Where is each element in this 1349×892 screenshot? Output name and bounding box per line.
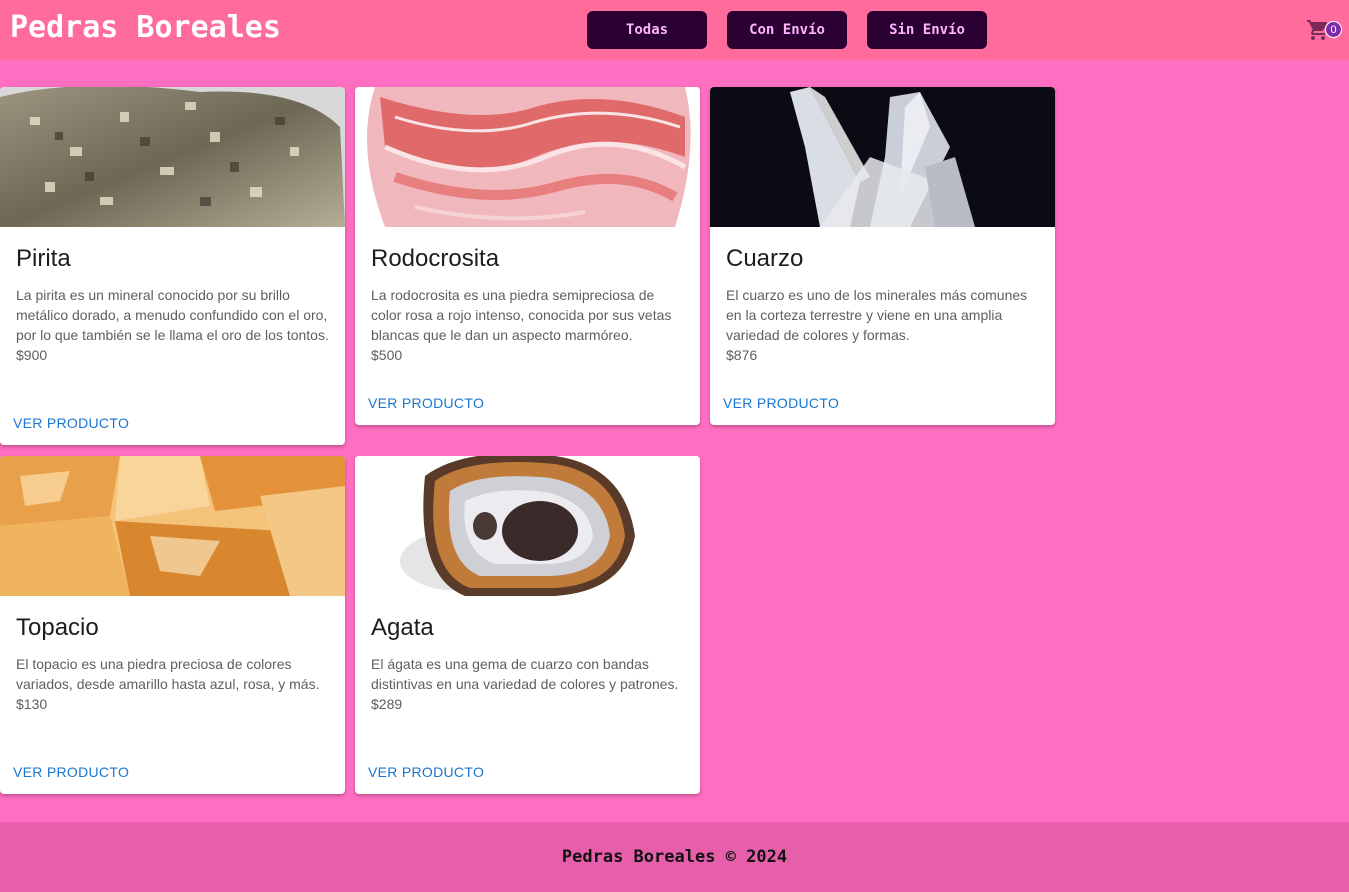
view-product-button[interactable]: VER PRODUCTO bbox=[13, 764, 129, 780]
product-card-pirita: Pirita La pirita es un mineral conocido … bbox=[0, 87, 345, 445]
view-product-button[interactable]: VER PRODUCTO bbox=[723, 395, 839, 411]
product-title: Topacio bbox=[16, 614, 99, 641]
product-title: Agata bbox=[371, 614, 434, 641]
filter-all-button[interactable]: Todas bbox=[587, 11, 707, 49]
navbar: Pedras Boreales Todas Con Envío Sin Enví… bbox=[0, 0, 1349, 60]
view-product-button[interactable]: VER PRODUCTO bbox=[13, 415, 129, 431]
product-image-cuarzo[interactable] bbox=[710, 87, 1055, 227]
product-title: Pirita bbox=[16, 245, 71, 272]
product-image-topacio[interactable] bbox=[0, 456, 345, 596]
product-image-agata[interactable] bbox=[355, 456, 700, 596]
product-price: $500 bbox=[371, 347, 403, 363]
product-image-pirita[interactable] bbox=[0, 87, 345, 227]
product-price: $289 bbox=[371, 696, 403, 712]
filter-with-shipping-button[interactable]: Con Envío bbox=[727, 11, 847, 49]
product-description: La rodocrosita es una piedra semiprecios… bbox=[371, 287, 672, 343]
filter-without-shipping-button[interactable]: Sin Envío bbox=[867, 11, 987, 49]
product-price: $130 bbox=[16, 696, 48, 712]
product-description: El topacio es una piedra preciosa de col… bbox=[16, 656, 320, 692]
product-card-cuarzo: Cuarzo El cuarzo es uno de los minerales… bbox=[710, 87, 1055, 425]
product-price: $900 bbox=[16, 347, 48, 363]
product-title: Rodocrosita bbox=[371, 245, 500, 272]
product-description: La pirita es un mineral conocido por su … bbox=[16, 287, 329, 343]
product-title: Cuarzo bbox=[726, 245, 804, 272]
product-card-agata: Agata El ágata es una gema de cuarzo con… bbox=[355, 456, 700, 794]
product-description: El cuarzo es uno de los minerales más co… bbox=[726, 287, 1028, 343]
view-product-button[interactable]: VER PRODUCTO bbox=[368, 395, 484, 411]
cart-button[interactable]: 0 bbox=[1306, 18, 1346, 44]
product-price: $876 bbox=[726, 347, 758, 363]
view-product-button[interactable]: VER PRODUCTO bbox=[368, 764, 484, 780]
cart-count-badge: 0 bbox=[1325, 21, 1342, 38]
product-card-rodocrosita: Rodocrosita La rodocrosita es una piedra… bbox=[355, 87, 700, 425]
footer: Pedras Boreales © 2024 bbox=[0, 822, 1349, 892]
product-image-rodocrosita[interactable] bbox=[355, 87, 700, 227]
product-description: El ágata es una gema de cuarzo con banda… bbox=[371, 656, 679, 692]
brand-title[interactable]: Pedras Boreales bbox=[10, 10, 281, 46]
product-card-topacio: Topacio El topacio es una piedra precios… bbox=[0, 456, 345, 794]
